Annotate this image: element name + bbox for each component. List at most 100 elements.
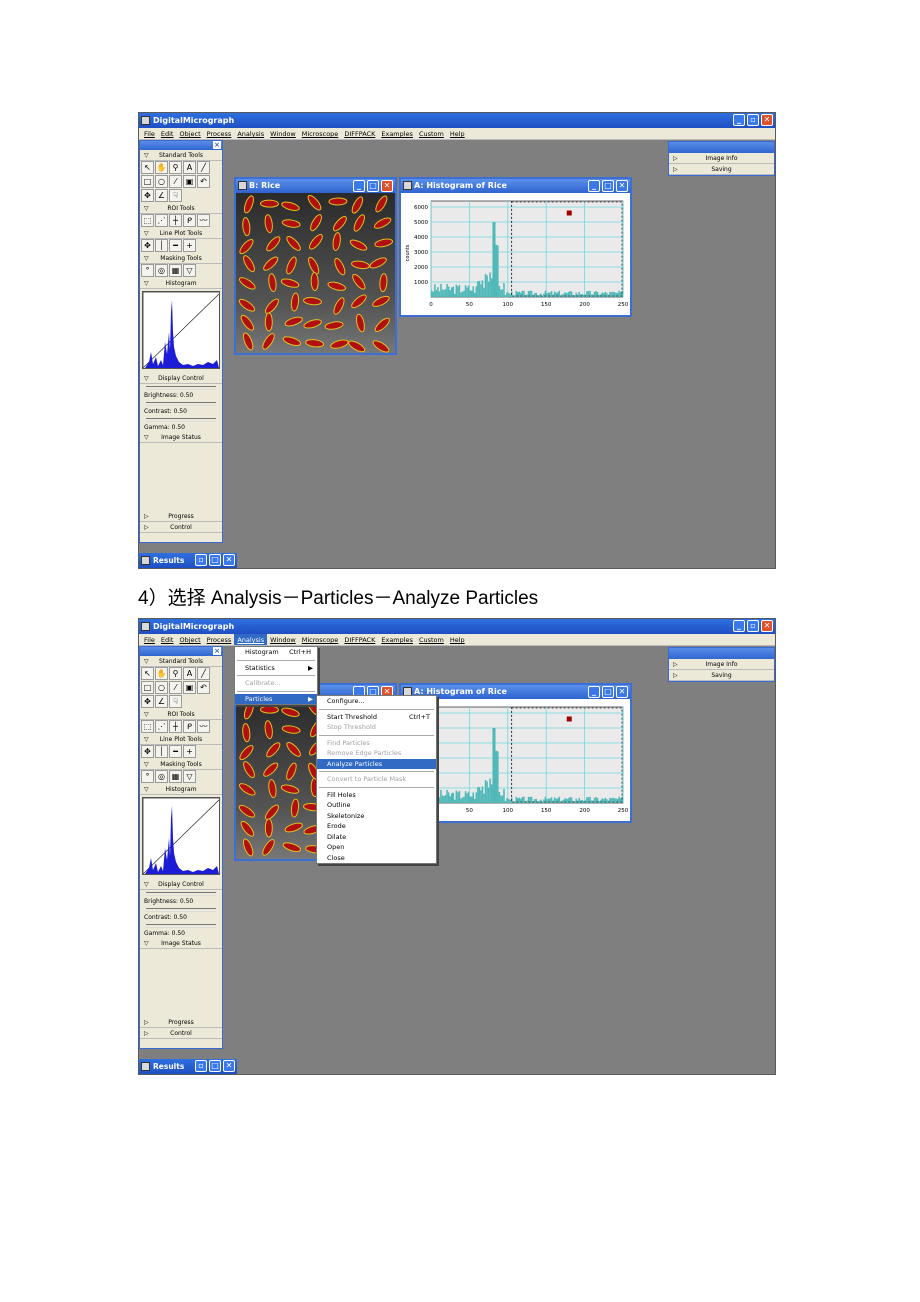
pointer-tool-icon[interactable]: ↖ [141, 161, 154, 174]
menu-analysis[interactable]: Analysis [234, 128, 267, 139]
scale-tool-icon[interactable]: ▣ [183, 681, 196, 694]
pointer-tool-icon[interactable]: ↖ [141, 667, 154, 680]
menu-item-remove-edge-particles[interactable]: Remove Edge Particles [317, 748, 436, 759]
menu-item-fill-holes[interactable]: Fill Holes [317, 790, 436, 801]
menu-item-calibrate[interactable]: Calibrate... [235, 678, 317, 689]
menu-edit[interactable]: Edit [158, 128, 177, 139]
menu-item-close[interactable]: Close [317, 853, 436, 864]
line-tool-icon[interactable]: ╱ [197, 667, 210, 680]
section-image-status[interactable]: ▽ Image Status [140, 432, 222, 443]
section-progress[interactable]: ▷ Progress [140, 511, 222, 522]
menu-item-open[interactable]: Open [317, 842, 436, 853]
section-line-plot-tools[interactable]: ▽ Line Plot Tools [140, 734, 222, 745]
rect-roi-icon[interactable]: ⬚ [141, 214, 154, 227]
line-roi-icon[interactable]: ⋰ [155, 720, 168, 733]
section-line-plot-tools[interactable]: ▽ Line Plot Tools [140, 228, 222, 239]
maximize-button[interactable]: □ [209, 554, 221, 566]
undo-tool-icon[interactable]: ↶ [197, 681, 210, 694]
gamma-slider[interactable] [146, 924, 216, 928]
undo-tool-icon[interactable]: ↶ [197, 175, 210, 188]
oval-tool-icon[interactable]: ○ [155, 681, 168, 694]
section-histogram[interactable]: ▽ Histogram [140, 784, 222, 795]
menu-edit[interactable]: Edit [158, 634, 177, 645]
scale-tool-icon[interactable]: ▣ [183, 175, 196, 188]
move-plot-icon[interactable]: ✥ [141, 745, 154, 758]
menu-object[interactable]: Object [176, 128, 203, 139]
menu-window[interactable]: Window [267, 634, 299, 645]
section-masking-tools[interactable]: ▽ Masking Tools [140, 253, 222, 264]
menu-item-histogram[interactable]: Histogram Ctrl+H [235, 647, 317, 658]
section-display-control[interactable]: ▽ Display Control [140, 373, 222, 384]
minimize-button[interactable]: _ [353, 180, 365, 192]
rect-tool-icon[interactable]: □ [141, 681, 154, 694]
section-control[interactable]: ▷ Control [140, 522, 222, 533]
section-control[interactable]: ▷ Control [140, 1028, 222, 1039]
grid-mask-icon[interactable]: ▦ [169, 770, 182, 783]
move-plot-icon[interactable]: ✥ [141, 239, 154, 252]
minimize-button[interactable]: _ [588, 686, 600, 698]
menu-analysis[interactable]: Analysis [234, 634, 268, 645]
vertical-line-icon[interactable]: │ [155, 239, 168, 252]
horizontal-line-icon[interactable]: ━ [169, 239, 182, 252]
restore-button[interactable]: ▫ [195, 1060, 207, 1072]
marker-handle[interactable] [566, 716, 572, 722]
close-button[interactable]: ✕ [616, 180, 628, 192]
triangle-mask-icon[interactable]: ▽ [183, 264, 196, 277]
horizontal-line-icon[interactable]: ━ [169, 745, 182, 758]
close-button[interactable]: ✕ [761, 114, 773, 126]
ring-mask-icon[interactable]: ◎ [155, 264, 168, 277]
menu-item-configure[interactable]: Configure... [317, 696, 436, 707]
marker-handle[interactable] [566, 210, 572, 216]
lasso-roi-icon[interactable]: ᑭ [183, 720, 196, 733]
section-progress[interactable]: ▷ Progress [140, 1017, 222, 1028]
menu-item-analyze-particles[interactable]: Analyze Particles [317, 758, 436, 769]
section-histogram[interactable]: ▽ Histogram [140, 278, 222, 289]
menu-custom[interactable]: Custom [416, 634, 447, 645]
menu-object[interactable]: Object [176, 634, 203, 645]
menu-diffpack[interactable]: DIFFPACK [341, 634, 378, 645]
saving-item[interactable]: ▷ Saving [669, 164, 774, 175]
angle-tool-icon[interactable]: ∠ [155, 189, 168, 202]
line-roi-icon[interactable]: ⋰ [155, 214, 168, 227]
menu-item-find-particles[interactable]: Find Particles [317, 738, 436, 749]
menu-item-dilate[interactable]: Dilate [317, 832, 436, 843]
menu-item-erode[interactable]: Erode [317, 821, 436, 832]
close-icon[interactable]: × [213, 141, 221, 149]
results-window[interactable]: Results ▫ □ ✕ [139, 553, 237, 568]
menu-item-particles[interactable]: Particles ▶ [235, 693, 317, 704]
contrast-slider[interactable] [146, 908, 216, 912]
close-button[interactable]: ✕ [381, 180, 393, 192]
menu-examples[interactable]: Examples [378, 128, 416, 139]
menu-help[interactable]: Help [447, 634, 468, 645]
brightness-slider[interactable] [146, 386, 216, 390]
oval-tool-icon[interactable]: ○ [155, 175, 168, 188]
maximize-button[interactable]: □ [367, 180, 379, 192]
histogram-window[interactable]: A: Histogram of Rice _ □ ✕ 6000 5000 4000 3… [399, 177, 632, 317]
menu-item-statistics[interactable]: Statistics ▶ [235, 663, 317, 674]
menu-file[interactable]: File [141, 634, 158, 645]
histogram-plot[interactable]: 6000 5000 4000 3000 2000 1000 0 50 100 150 200 250 c… [401, 193, 630, 315]
gamma-slider[interactable] [146, 418, 216, 422]
section-standard-tools[interactable]: ▽ Standard Tools [140, 656, 222, 667]
minimize-button[interactable]: _ [733, 114, 745, 126]
close-icon[interactable]: × [213, 647, 221, 655]
vertical-line-icon[interactable]: │ [155, 745, 168, 758]
wand-tool-icon[interactable]: ⁄ [169, 175, 182, 188]
hand-tool-icon[interactable]: ✋ [155, 667, 168, 680]
results-window[interactable]: Results ▫ □ ✕ [139, 1059, 237, 1074]
maximize-button[interactable]: □ [602, 686, 614, 698]
menu-window[interactable]: Window [267, 128, 299, 139]
plus-icon[interactable]: + [183, 239, 196, 252]
minimize-button[interactable]: _ [588, 180, 600, 192]
section-display-control[interactable]: ▽ Display Control [140, 879, 222, 890]
triangle-mask-icon[interactable]: ▽ [183, 770, 196, 783]
maximize-button[interactable]: □ [209, 1060, 221, 1072]
menu-diffpack[interactable]: DIFFPACK [341, 128, 378, 139]
rice-window-titlebar[interactable]: B: Rice _ □ ✕ [236, 179, 395, 193]
section-roi-tools[interactable]: ▽ ROI Tools [140, 203, 222, 214]
close-button[interactable]: ✕ [223, 554, 235, 566]
dots-mask-icon[interactable]: ° [141, 264, 154, 277]
menu-item-outline[interactable]: Outline [317, 800, 436, 811]
menu-item-skeletonize[interactable]: Skeletonize [317, 811, 436, 822]
section-image-status[interactable]: ▽ Image Status [140, 938, 222, 949]
